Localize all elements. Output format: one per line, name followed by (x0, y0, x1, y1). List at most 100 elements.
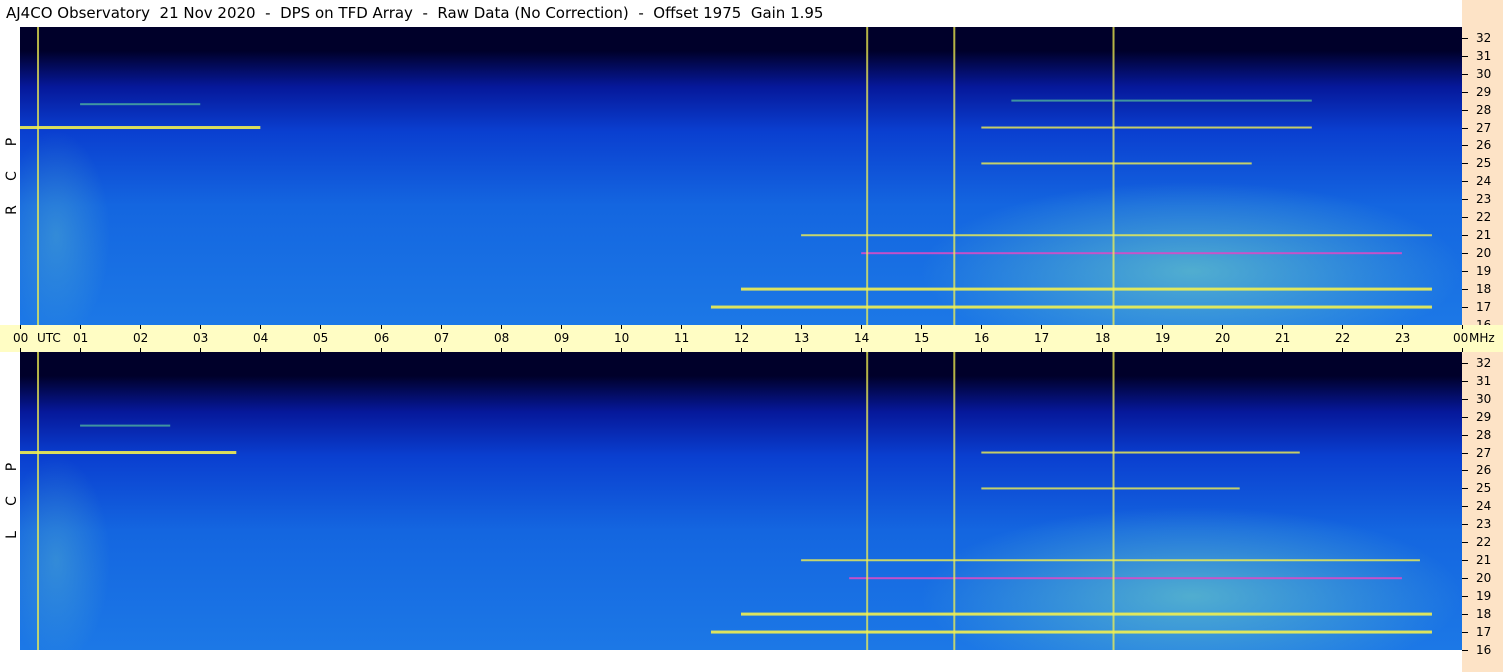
frequency-tick-label: 26 (1476, 138, 1492, 153)
time-tick (861, 348, 862, 352)
emission-band (849, 577, 1402, 580)
frequency-tick (1462, 271, 1468, 273)
emission-band (710, 305, 1432, 309)
time-tick (200, 348, 201, 352)
time-tick (80, 325, 81, 329)
time-tick-label: 02 (133, 331, 149, 345)
chart-title: AJ4CO Observatory 21 Nov 2020 - DPS on T… (6, 4, 824, 22)
emission-band (801, 234, 1432, 237)
frequency-tick-label: 27 (1476, 445, 1492, 460)
frequency-tick (1462, 73, 1468, 75)
frequency-tick (1462, 163, 1468, 165)
time-tick (1342, 325, 1343, 329)
rcp-label: P C R (0, 27, 20, 325)
time-tick (501, 325, 502, 329)
time-start-label: 00 (13, 331, 29, 345)
time-tick-label: 12 (734, 331, 750, 345)
time-tick-label: 13 (794, 331, 810, 345)
frequency-tick (1462, 542, 1468, 544)
frequency-tick (1462, 362, 1468, 364)
frequency-tick (1462, 235, 1468, 237)
frequency-tick-label: 32 (1476, 355, 1492, 370)
frequency-tick-label: 21 (1476, 553, 1492, 568)
time-tick (981, 325, 982, 329)
time-tick (1102, 325, 1103, 329)
time-tick (1041, 325, 1042, 329)
interference-line (866, 27, 869, 325)
time-tick-label: 21 (1275, 331, 1291, 345)
time-tick (260, 325, 261, 329)
interference-line (866, 352, 869, 650)
time-tick (1041, 348, 1042, 352)
lcp-spectrogram (20, 352, 1462, 650)
interference-line (1112, 352, 1115, 650)
frequency-tick-label: 32 (1476, 30, 1492, 45)
frequency-tick-label: 19 (1476, 264, 1492, 279)
pol-letter: L (4, 531, 20, 539)
frequency-tick (1462, 596, 1468, 598)
emission-band (20, 126, 261, 130)
time-tick (1162, 348, 1163, 352)
frequency-tick (1462, 181, 1468, 183)
time-tick (561, 348, 562, 352)
time-tick-label: 23 (1395, 331, 1411, 345)
time-tick (200, 325, 201, 329)
frequency-tick (1462, 452, 1468, 454)
time-end-label: 00 (1453, 331, 1469, 345)
time-tick-label: 03 (193, 331, 209, 345)
time-tick-label: 01 (73, 331, 89, 345)
emission-band (80, 103, 201, 106)
frequency-tick-label: 29 (1476, 84, 1492, 99)
time-tick-label: 04 (253, 331, 269, 345)
rcp-spectrogram (20, 27, 1462, 325)
frequency-tick (1462, 506, 1468, 508)
pol-letter: C (4, 496, 20, 506)
emission-band (741, 612, 1432, 616)
time-tick (140, 348, 141, 352)
time-tick (1462, 325, 1463, 329)
frequency-tick (1462, 398, 1468, 400)
frequency-tick-label: 25 (1476, 481, 1492, 496)
time-axis: 00 UTC 00 MHz 01 02 03 04 05 06 07 08 09 10 11 12 13… (0, 325, 1503, 352)
time-tick (1402, 325, 1403, 329)
time-tick-label: 16 (974, 331, 990, 345)
lcp-spectrogram-svg (20, 352, 1462, 650)
emission-band (20, 451, 237, 455)
frequency-tick (1462, 380, 1468, 382)
time-tick-label: 17 (1034, 331, 1050, 345)
frequency-tick (1462, 199, 1468, 201)
frequency-tick-label: 24 (1476, 174, 1492, 189)
frequency-tick-label: 28 (1476, 102, 1492, 117)
pol-letter: R (4, 205, 20, 215)
time-tick-label: 08 (494, 331, 510, 345)
time-tick (80, 348, 81, 352)
pol-letter: C (4, 171, 20, 181)
frequency-tick-label: 19 (1476, 589, 1492, 604)
time-tick-label: 10 (614, 331, 630, 345)
frequency-tick (1462, 524, 1468, 526)
frequency-tick-label: 25 (1476, 156, 1492, 171)
frequency-tick (1462, 488, 1468, 490)
time-tick (381, 325, 382, 329)
time-tick-label: 15 (914, 331, 930, 345)
time-tick (1402, 348, 1403, 352)
frequency-tick (1462, 253, 1468, 255)
frequency-tick-label: 29 (1476, 409, 1492, 424)
frequency-tick-label: 18 (1476, 282, 1492, 297)
frequency-tick-label: 16 (1476, 643, 1492, 657)
time-unit-label: UTC (37, 331, 61, 345)
frequency-tick-label: 22 (1476, 535, 1492, 550)
frequency-tick (1462, 434, 1468, 436)
interference-line (37, 352, 40, 650)
frequency-tick (1462, 91, 1468, 93)
frequency-tick (1462, 217, 1468, 219)
frequency-tick-label: 30 (1476, 391, 1492, 406)
time-tick-label: 11 (674, 331, 690, 345)
frequency-tick-label: 17 (1476, 300, 1492, 315)
emission-band (80, 424, 171, 427)
emission-band (741, 287, 1432, 291)
frequency-tick (1462, 127, 1468, 129)
interference-line (1112, 27, 1115, 325)
frequency-tick (1462, 650, 1468, 651)
pol-letter: P (4, 137, 20, 147)
